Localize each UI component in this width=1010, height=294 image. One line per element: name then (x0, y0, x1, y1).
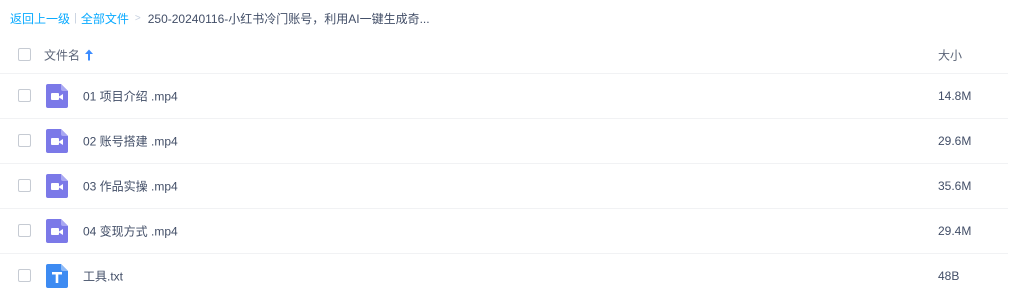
file-name[interactable]: 工具.txt (83, 268, 123, 285)
select-all-checkbox[interactable] (18, 48, 31, 61)
row-checkbox[interactable] (18, 269, 31, 282)
table-row[interactable]: 工具.txt 48B (0, 254, 1008, 294)
back-link[interactable]: 返回上一级 (10, 10, 70, 27)
file-name[interactable]: 03 作品实操 .mp4 (83, 178, 178, 195)
file-table: 文件名 大小 01 项目介绍 .mp4 14.8M 02 账号搭建 .mp4 2… (0, 37, 1008, 294)
file-name[interactable]: 01 项目介绍 .mp4 (83, 88, 178, 105)
file-name[interactable]: 04 变现方式 .mp4 (83, 223, 178, 240)
current-folder-title: 250-20240116-小红书冷门账号，利用AI一键生成奇... (147, 11, 430, 26)
file-browser: 返回上一级 | 全部文件 > 250-20240116-小红书冷门账号，利用AI… (0, 0, 1010, 294)
file-size: 29.4M (938, 224, 972, 238)
breadcrumb: 返回上一级 | 全部文件 > 250-20240116-小红书冷门账号，利用AI… (10, 9, 430, 27)
video-file-icon (46, 219, 68, 243)
breadcrumb-arrow-icon: > (134, 12, 141, 24)
all-files-link[interactable]: 全部文件 (81, 10, 129, 27)
row-checkbox[interactable] (18, 224, 31, 237)
table-row[interactable]: 03 作品实操 .mp4 35.6M (0, 164, 1008, 209)
table-row[interactable]: 02 账号搭建 .mp4 29.6M (0, 119, 1008, 164)
file-size: 29.6M (938, 134, 972, 148)
name-column-header[interactable]: 文件名 (44, 47, 94, 64)
file-size: 35.6M (938, 179, 972, 193)
table-row[interactable]: 04 变现方式 .mp4 29.4M (0, 209, 1008, 254)
video-file-icon (46, 174, 68, 198)
name-column-label: 文件名 (44, 48, 81, 63)
row-checkbox[interactable] (18, 179, 31, 192)
row-checkbox[interactable] (18, 89, 31, 102)
file-name[interactable]: 02 账号搭建 .mp4 (83, 133, 178, 150)
table-row[interactable]: 01 项目介绍 .mp4 14.8M (0, 74, 1008, 119)
row-checkbox[interactable] (18, 134, 31, 147)
breadcrumb-separator: | (74, 12, 77, 24)
video-file-icon (46, 84, 68, 108)
text-file-icon (46, 264, 68, 288)
table-header: 文件名 大小 (0, 37, 1008, 74)
file-size: 14.8M (938, 89, 972, 103)
size-column-header[interactable]: 大小 (938, 47, 962, 64)
file-size: 48B (938, 269, 960, 283)
arrow-up-icon[interactable] (85, 49, 94, 61)
video-file-icon (46, 129, 68, 153)
